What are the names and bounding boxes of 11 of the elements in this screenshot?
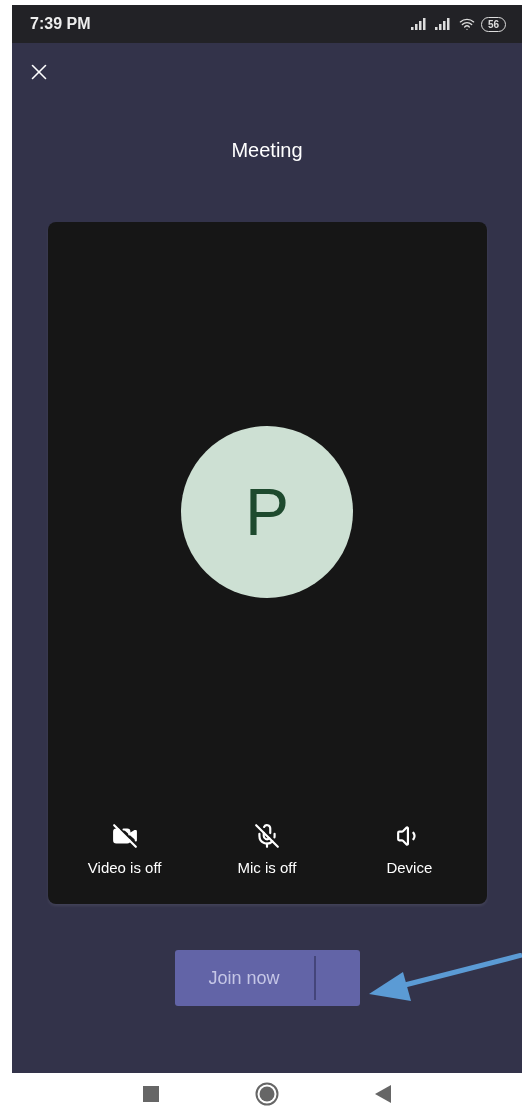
speaker-toggle[interactable]: Device (349, 823, 470, 876)
wifi-icon (458, 16, 475, 32)
meeting-title: Meeting (231, 139, 303, 162)
status-time: 7:39 PM (30, 15, 91, 33)
back-icon[interactable] (375, 1085, 391, 1103)
home-icon[interactable] (255, 1082, 279, 1106)
mic-toggle[interactable]: Mic is off (207, 823, 327, 876)
avatar: P (181, 426, 353, 598)
video-toggle[interactable]: Video is off (64, 823, 185, 876)
signal-icon (410, 18, 429, 30)
signal-icon (434, 18, 453, 30)
